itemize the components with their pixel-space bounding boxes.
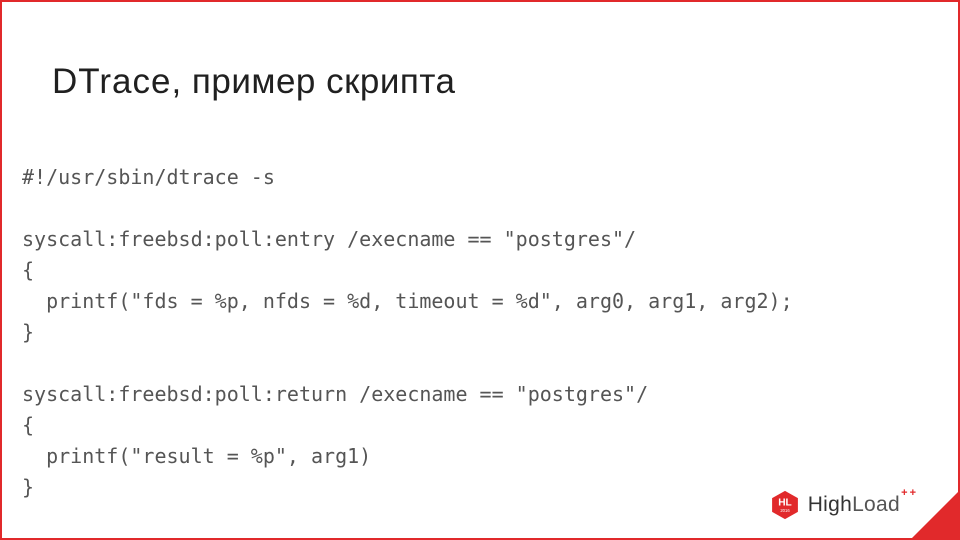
title-separator: , (171, 62, 191, 101)
slide-frame: DTrace, пример скрипта #!/usr/sbin/dtrac… (0, 0, 960, 540)
brand-load: Load (852, 493, 900, 516)
brand-text: HighLoad ++ (808, 493, 900, 517)
title-rest: пример скрипта (192, 62, 456, 101)
title-dtrace: DTrace (52, 62, 171, 101)
slide-title: DTrace, пример скрипта (52, 62, 455, 102)
footer-logo: HL 2016 HighLoad ++ (770, 490, 900, 520)
hl-badge-year: 2016 (780, 508, 790, 513)
brand-high: High (808, 493, 852, 516)
hl-badge-icon: HL 2016 (770, 490, 800, 520)
hl-badge-text: HL (778, 498, 792, 509)
code-block: #!/usr/sbin/dtrace -s syscall:freebsd:po… (22, 162, 938, 503)
corner-accent-icon (912, 492, 958, 538)
